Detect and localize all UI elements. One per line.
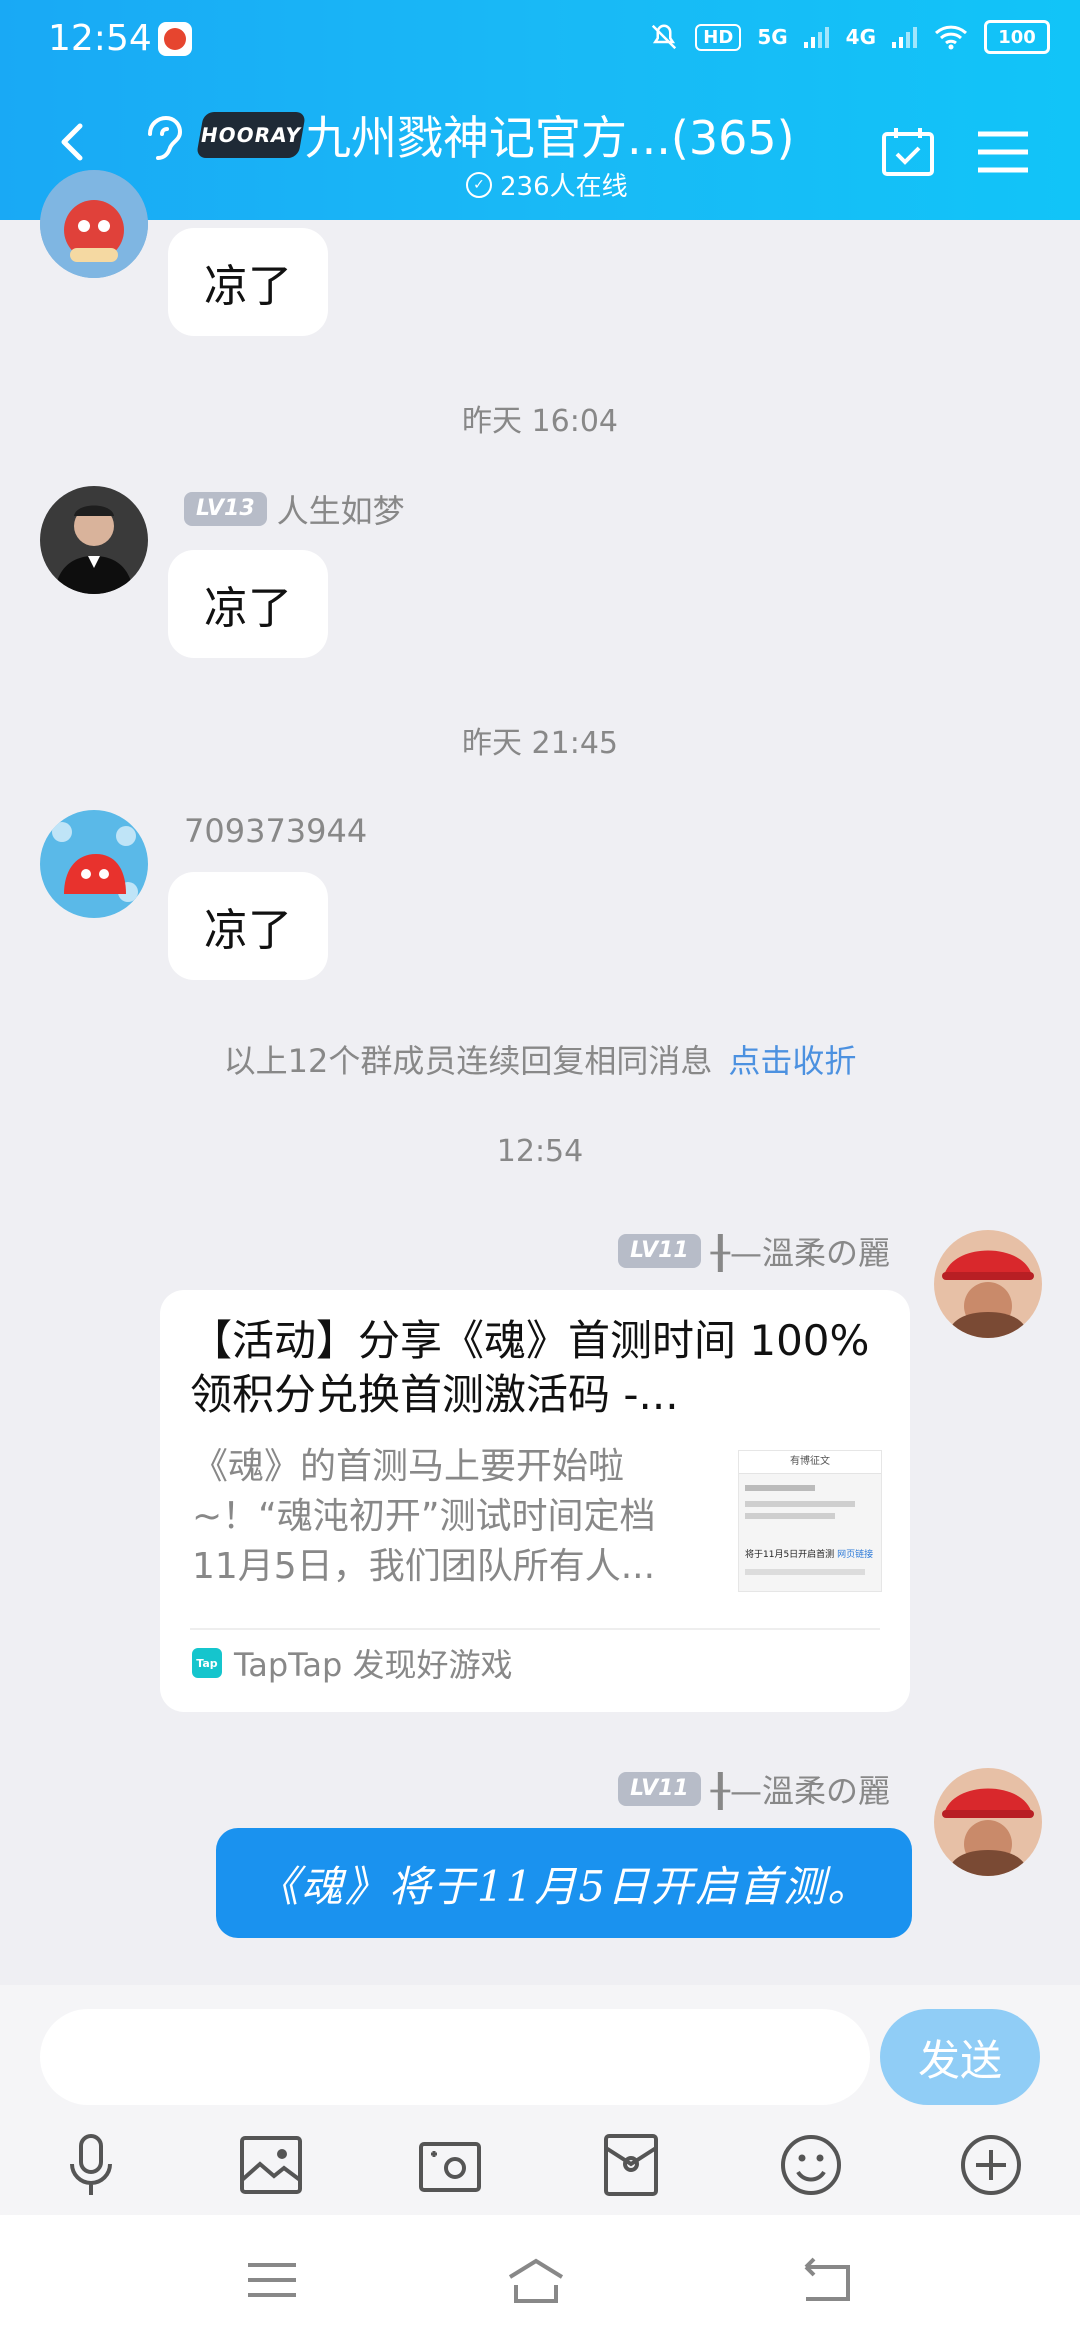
message-text: 凉了	[204, 583, 292, 634]
online-check-icon: ✓	[466, 171, 492, 198]
online-count[interactable]: ✓ 236人在线	[466, 166, 628, 203]
avatar[interactable]	[40, 810, 148, 918]
avatar[interactable]	[40, 486, 148, 594]
calendar-check-icon[interactable]	[880, 124, 936, 180]
my-sender-name: LV11 ╂—溫柔の麗	[618, 1228, 890, 1274]
sender-name-text: 709373944	[184, 812, 368, 850]
share-card[interactable]: 【活动】分享《魂》首测时间 100%领积分兑换首测激活码 -... 《魂》的首测…	[160, 1290, 910, 1712]
online-count-text: 236人在线	[500, 172, 628, 202]
group-logo: HOORAY	[195, 112, 307, 158]
toolbar	[0, 2130, 1080, 2200]
share-card-source-text: TapTap 发现好游戏	[234, 1646, 513, 1684]
my-message-text: 《魂》将于11月5日开启首测。	[256, 1861, 872, 1911]
thumbnail-header: 有博征文	[739, 1451, 881, 1474]
my-sender-name: LV11 ╂—溫柔の麗	[618, 1766, 890, 1812]
message-input[interactable]	[40, 2009, 870, 2105]
top-bar: 12:54 HD 5G 4G 100 HOORAY 九州戮神记官方...(365…	[0, 0, 1080, 220]
timestamp: 昨天 16:04	[462, 404, 618, 439]
divider	[190, 1628, 880, 1630]
back-icon[interactable]	[52, 122, 92, 162]
ear-mode-icon[interactable]	[140, 112, 184, 162]
menu-icon[interactable]	[976, 128, 1030, 176]
my-avatar[interactable]	[934, 1230, 1042, 1338]
notification-app-icon	[158, 22, 192, 56]
system-navigation-bar	[0, 2215, 1080, 2340]
sender-name-text: ╂—溫柔の麗	[710, 1234, 890, 1272]
red-packet-icon[interactable]	[596, 2130, 666, 2200]
sender-name-text: 人生如梦	[276, 492, 405, 530]
sender-name-text: ╂—溫柔の麗	[710, 1772, 890, 1810]
chat-area[interactable]: 凉了 昨天 16:04 LV13 人生如梦 凉了 昨天 21:45 709373…	[0, 170, 1080, 1985]
back-nav-icon[interactable]	[796, 2255, 856, 2305]
signal-icon	[803, 27, 829, 48]
microphone-icon[interactable]	[56, 2130, 126, 2200]
group-title[interactable]: 九州戮神记官方...(365)	[305, 102, 795, 168]
net-4g: 4G	[845, 25, 876, 49]
share-card-source: Tap TapTap 发现好游戏	[192, 1640, 513, 1686]
level-badge: LV13	[184, 492, 267, 526]
message-text: 凉了	[204, 261, 292, 312]
recents-icon[interactable]	[242, 2255, 302, 2305]
timestamp: 昨天 21:45	[462, 726, 618, 761]
my-message-bubble[interactable]: 《魂》将于11月5日开启首测。	[216, 1828, 912, 1938]
signal-icon-2	[892, 27, 917, 48]
mute-icon	[652, 24, 677, 50]
message-text: 凉了	[204, 905, 292, 956]
status-time: 12:54	[48, 18, 152, 59]
plus-icon[interactable]	[956, 2130, 1026, 2200]
taptap-icon: Tap	[192, 1648, 222, 1678]
input-bar: 发送	[0, 1985, 1080, 2215]
sender-name: LV13 人生如梦	[184, 486, 405, 532]
share-card-thumbnail: 有博征文 将于11月5日开启首测 网页链接	[738, 1450, 882, 1592]
status-bar: 12:54 HD 5G 4G 100	[0, 0, 1080, 82]
collapse-link[interactable]: 点击收折	[728, 1042, 856, 1080]
level-badge: LV11	[618, 1234, 701, 1268]
repeat-collapse-notice: 以上12个群成员连续回复相同消息 点击收折	[0, 1036, 1080, 1082]
level-badge: LV11	[618, 1772, 701, 1806]
image-icon[interactable]	[236, 2130, 306, 2200]
home-icon[interactable]	[506, 2255, 566, 2305]
timestamp: 12:54	[496, 1134, 584, 1169]
hd-badge: HD	[695, 23, 742, 51]
avatar[interactable]	[40, 170, 148, 278]
message-bubble[interactable]: 凉了	[168, 872, 328, 980]
share-card-description: 《魂》的首测马上要开始啦~！“魂沌初开”测试时间定档11月5日，我们团队所有人.…	[192, 1446, 656, 1587]
my-avatar[interactable]	[934, 1768, 1042, 1876]
collapse-text: 以上12个群成员连续回复相同消息	[223, 1042, 713, 1080]
share-card-title: 【活动】分享《魂》首测时间 100%领积分兑换首测激活码 -...	[190, 1316, 870, 1419]
net-5g: 5G	[757, 25, 788, 49]
message-bubble[interactable]: 凉了	[168, 228, 328, 336]
message-bubble[interactable]: 凉了	[168, 550, 328, 658]
thumbnail-link-prefix: 将于11月5日开启首测	[745, 1550, 835, 1560]
thumbnail-link-row: 将于11月5日开启首测 网页链接	[745, 1547, 873, 1560]
sender-name: 709373944	[184, 812, 367, 850]
send-button[interactable]: 发送	[880, 2009, 1040, 2105]
wifi-icon	[934, 25, 968, 50]
status-icons: HD 5G 4G 100	[649, 20, 1050, 54]
chat-header: HOORAY 九州戮神记官方...(365) ✓ 236人在线	[0, 82, 1080, 220]
battery-indicator: 100	[984, 20, 1050, 54]
camera-icon[interactable]	[415, 2130, 485, 2200]
emoji-icon[interactable]	[776, 2130, 846, 2200]
thumbnail-link: 网页链接	[837, 1550, 874, 1560]
